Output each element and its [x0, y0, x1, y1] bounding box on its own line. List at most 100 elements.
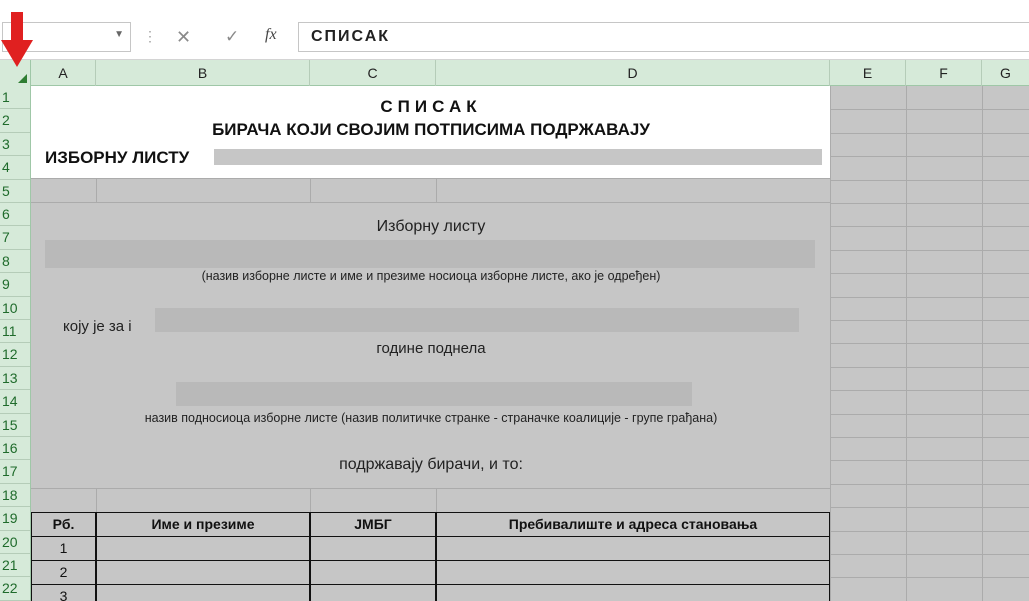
- row-header[interactable]: 12: [0, 343, 30, 367]
- grid-line: [831, 554, 1029, 555]
- red-arrow-icon: [1, 12, 33, 67]
- row-header[interactable]: 20: [0, 531, 30, 554]
- grid-line: [831, 132, 1029, 134]
- table-row-number: 3: [31, 584, 96, 601]
- grid-line: [310, 488, 311, 512]
- grid-line: [31, 202, 831, 203]
- table-cell[interactable]: [310, 560, 436, 585]
- column-header-g[interactable]: G: [982, 60, 1029, 86]
- godine-label: године поднела: [376, 340, 486, 357]
- row-header-bar: 1 2 3 4 5 6 7 8 9 10 11 12 13 14 15 16 17 18 19 20 21 22: [0, 86, 31, 601]
- grid-line: [831, 203, 1029, 204]
- column-header-f[interactable]: F: [906, 60, 982, 86]
- list-name-note: (назив изборне листе и име и презиме нос…: [201, 269, 661, 283]
- table-cell[interactable]: [436, 560, 830, 585]
- column-header-bar: A B C D E F G: [0, 60, 1029, 86]
- grid-line: [96, 488, 97, 512]
- row-header[interactable]: 9: [0, 273, 30, 297]
- close-icon[interactable]: ✕: [176, 27, 191, 48]
- separator-icon: ⋮: [143, 28, 157, 44]
- insert-function-button[interactable]: fx: [265, 26, 277, 44]
- column-header-b[interactable]: B: [96, 60, 310, 86]
- table-cell[interactable]: [96, 536, 310, 561]
- row-header[interactable]: 10: [0, 297, 30, 320]
- grid-line: [831, 507, 1029, 509]
- table-cell[interactable]: [96, 584, 310, 601]
- redacted-area: [214, 149, 822, 165]
- row-header[interactable]: 11: [0, 320, 30, 344]
- submitter-note: назив подносиоца изборне листе (назив по…: [144, 411, 718, 425]
- table-header-rb: Рб.: [31, 512, 96, 537]
- row-header[interactable]: 7: [0, 226, 30, 250]
- grid-line: [831, 296, 1029, 298]
- select-all-triangle-icon: [18, 74, 27, 83]
- column-header-d[interactable]: D: [436, 60, 830, 86]
- row-header[interactable]: 22: [0, 577, 30, 601]
- grid-line: [831, 273, 1029, 275]
- row-header[interactable]: 21: [0, 554, 30, 578]
- title-line-2: БИРАЧА КОЈИ СВОЈИМ ПОТПИСИМА ПОДРЖАВАЈУ: [212, 120, 650, 139]
- grid-line: [831, 179, 1029, 181]
- grid-line: [831, 156, 1029, 158]
- column-header-c[interactable]: C: [310, 60, 436, 86]
- row-header[interactable]: 18: [0, 484, 30, 508]
- voters-support-label: подржавају бирачи, и то:: [339, 456, 523, 473]
- row-header[interactable]: 5: [0, 180, 30, 203]
- chevron-down-icon[interactable]: ▼: [114, 29, 124, 40]
- row-header[interactable]: 17: [0, 460, 30, 484]
- row-header[interactable]: 4: [0, 156, 30, 180]
- grid-line: [831, 413, 1029, 415]
- grid-line: [831, 226, 1029, 228]
- table-cell[interactable]: [96, 560, 310, 585]
- izbornu-listu-label: Изборну листу: [376, 218, 486, 235]
- row-header[interactable]: 3: [0, 133, 30, 157]
- table-cell[interactable]: [310, 584, 436, 601]
- sheet-grid[interactable]: СПИСАК БИРАЧА КОЈИ СВОЈИМ ПОТПИСИМА ПОДР…: [31, 86, 1029, 601]
- table-header-name: Име и презиме: [96, 512, 310, 537]
- row-header[interactable]: 19: [0, 507, 30, 531]
- formula-bar: ▼ ⋮ ✕ ✓ fx СПИСАК: [0, 0, 1029, 60]
- grid-line: [31, 488, 831, 489]
- koja-je-label: коју је за і: [63, 318, 132, 335]
- row-header[interactable]: 6: [0, 203, 30, 227]
- table-header-jmbg: ЈМБГ: [310, 512, 436, 537]
- title-line-3: ИЗБОРНУ ЛИСТУ: [45, 148, 190, 167]
- grid-line: [31, 178, 831, 179]
- table-cell[interactable]: [310, 536, 436, 561]
- grid-line: [831, 460, 1029, 462]
- row-header[interactable]: 15: [0, 414, 30, 437]
- grid-line: [831, 577, 1029, 579]
- grid-line: [831, 320, 1029, 321]
- grid-line: [96, 178, 97, 202]
- grid-line: [831, 437, 1029, 438]
- grid-line: [831, 109, 1029, 111]
- formula-input-value: СПИСАК: [311, 28, 391, 45]
- check-icon[interactable]: ✓: [225, 27, 239, 47]
- table-cell[interactable]: [436, 584, 830, 601]
- row-header[interactable]: 16: [0, 437, 30, 461]
- row-header[interactable]: 13: [0, 367, 30, 391]
- formula-input[interactable]: СПИСАК: [298, 22, 1029, 52]
- grid-line: [436, 178, 437, 202]
- row-header[interactable]: 14: [0, 390, 30, 414]
- grid-line: [831, 343, 1029, 345]
- table-cell[interactable]: [436, 536, 830, 561]
- grid-line: [831, 366, 1029, 368]
- submitter-field: [176, 382, 692, 406]
- grid-line: [831, 390, 1029, 392]
- election-field: [155, 308, 799, 332]
- table-header-address: Пребивалиште и адреса становања: [436, 512, 830, 537]
- title-line-1: СПИСАК: [380, 97, 482, 116]
- column-header-e[interactable]: E: [830, 60, 906, 86]
- table-row-number: 2: [31, 560, 96, 585]
- row-header[interactable]: 1: [0, 86, 30, 110]
- table-row-number: 1: [31, 536, 96, 561]
- row-header[interactable]: 2: [0, 109, 30, 133]
- grid-line: [831, 483, 1029, 485]
- grid-line: [310, 178, 311, 202]
- column-header-a[interactable]: A: [31, 60, 96, 86]
- grid-line: [436, 488, 437, 512]
- list-name-field: [45, 240, 815, 268]
- grid-line: [831, 249, 1029, 251]
- row-header[interactable]: 8: [0, 250, 30, 274]
